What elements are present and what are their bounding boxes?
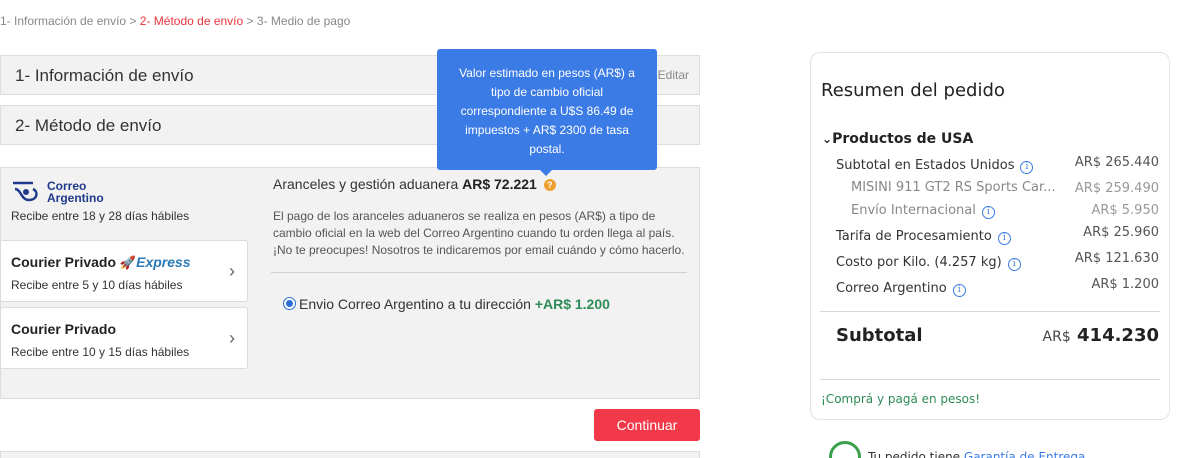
breadcrumb-separator: > <box>246 14 254 28</box>
delivery-time: Recibe entre 18 y 28 días hábiles <box>11 209 190 223</box>
divider <box>820 311 1160 312</box>
info-icon[interactable]: i <box>997 232 1011 245</box>
pay-in-pesos-note: ¡Comprá y pagá en pesos! <box>821 392 981 406</box>
guarantee-link[interactable]: Garantía de Entrega <box>964 450 1085 458</box>
section-title: 2- Método de envío <box>15 116 162 135</box>
radio-label-price: +AR$ 1.200 <box>534 296 610 312</box>
express-badge: Express <box>136 254 191 270</box>
info-icon[interactable]: i <box>981 206 995 219</box>
row-label-text: Envío Internacional <box>851 203 976 218</box>
products-label: Productos de USA <box>832 131 974 147</box>
customs-amount: AR$ 72.221 <box>462 176 537 192</box>
row-label-text: Correo Argentino <box>836 281 947 296</box>
tooltip-arrow <box>539 169 553 176</box>
summary-row-label: MISINI 911 GT2 RS Sports Car... <box>851 180 1056 195</box>
option-courier-private[interactable]: Courier Privado Recibe entre 10 y 15 día… <box>0 307 248 369</box>
rocket-icon: 🚀 <box>119 255 137 270</box>
subtotal-value: AR$ 414.230 <box>1043 325 1159 346</box>
tooltip: Valor estimado en pesos (AR$) a tipo de … <box>437 49 657 170</box>
help-icon[interactable]: ? <box>543 179 556 191</box>
chevron-right-icon: › <box>229 261 235 281</box>
summary-title: Resumen del pedido <box>821 80 1005 101</box>
row-label-text: Costo por Kilo. (4.257 kg) <box>836 255 1002 270</box>
breadcrumb-separator: > <box>129 14 137 28</box>
guarantee-text: Tu pedido tiene Garantía de Entrega <box>868 450 1085 458</box>
info-icon[interactable]: i <box>1007 258 1021 271</box>
guarantee-shield-icon <box>829 441 861 458</box>
delivery-time: Recibe entre 10 y 15 días hábiles <box>11 345 190 359</box>
breadcrumb-step-3: 3- Medio de pago <box>256 14 351 28</box>
correo-argentino-logo: Correo Argentino <box>11 180 121 206</box>
summary-row-value: AR$ 5.950 <box>1091 203 1159 218</box>
divider <box>820 379 1160 380</box>
summary-row-value: AR$ 121.630 <box>1074 251 1159 266</box>
delivery-time: Recibe entre 5 y 10 días hábiles <box>11 278 183 292</box>
breadcrumb-step-1[interactable]: 1- Información de envío <box>0 14 126 28</box>
correo-logo-icon <box>13 181 38 202</box>
chevron-right-icon: › <box>229 328 235 348</box>
summary-row-value: AR$ 25.960 <box>1083 225 1159 240</box>
summary-row-label: Correo Argentino i <box>836 281 966 297</box>
divider <box>271 272 687 273</box>
section-payment <box>0 451 700 458</box>
summary-row-label: Envío Internacional i <box>851 203 995 219</box>
subtotal-amount: 414.230 <box>1077 325 1159 346</box>
row-label-text: Tarifa de Procesamiento <box>836 229 992 244</box>
row-label-text: Subtotal en Estados Unidos <box>836 158 1015 173</box>
products-toggle[interactable]: ⌄Productos de USA <box>822 131 973 147</box>
guarantee-label: Tu pedido tiene <box>868 450 961 458</box>
radio-label-text: Envio Correo Argentino a tu dirección <box>299 296 531 312</box>
subtotal-currency: AR$ <box>1042 329 1071 345</box>
summary-row-label: Costo por Kilo. (4.257 kg) i <box>836 255 1021 271</box>
chevron-down-icon: ⌄ <box>822 132 833 146</box>
summary-row-label: Tarifa de Procesamiento i <box>836 229 1011 245</box>
summary-row-value: AR$ 259.490 <box>1074 181 1159 196</box>
logo-text-line-2: Argentino <box>47 191 104 205</box>
subtotal-label: Subtotal <box>836 325 923 346</box>
customs-label: Aranceles y gestión aduanera <box>273 176 459 192</box>
option-name: Courier Privado <box>11 254 117 270</box>
edit-link[interactable]: Editar <box>658 68 689 82</box>
summary-row-label: Subtotal en Estados Unidos i <box>836 158 1034 174</box>
customs-description: El pago de los aranceles aduaneros se re… <box>273 209 685 257</box>
continue-button[interactable]: Continuar <box>594 409 700 441</box>
breadcrumb: 1- Información de envío > 2- Método de e… <box>0 14 350 28</box>
shipping-radio[interactable] <box>283 297 296 310</box>
option-name: Courier Privado <box>11 321 117 337</box>
breadcrumb-step-2: 2- Método de envío <box>139 14 244 28</box>
summary-row-value: AR$ 1.200 <box>1091 277 1159 292</box>
shipping-radio-label[interactable]: Envio Correo Argentino a tu dirección +A… <box>299 296 610 312</box>
info-icon[interactable]: i <box>952 284 966 297</box>
info-icon[interactable]: i <box>1020 161 1034 174</box>
option-courier-express[interactable]: Courier Privado 🚀Express Recibe entre 5 … <box>0 240 248 302</box>
section-title: 1- Información de envío <box>15 66 194 85</box>
summary-row-value: AR$ 265.440 <box>1074 155 1159 170</box>
customs-title: Aranceles y gestión aduanera AR$ 72.221 … <box>273 176 556 192</box>
